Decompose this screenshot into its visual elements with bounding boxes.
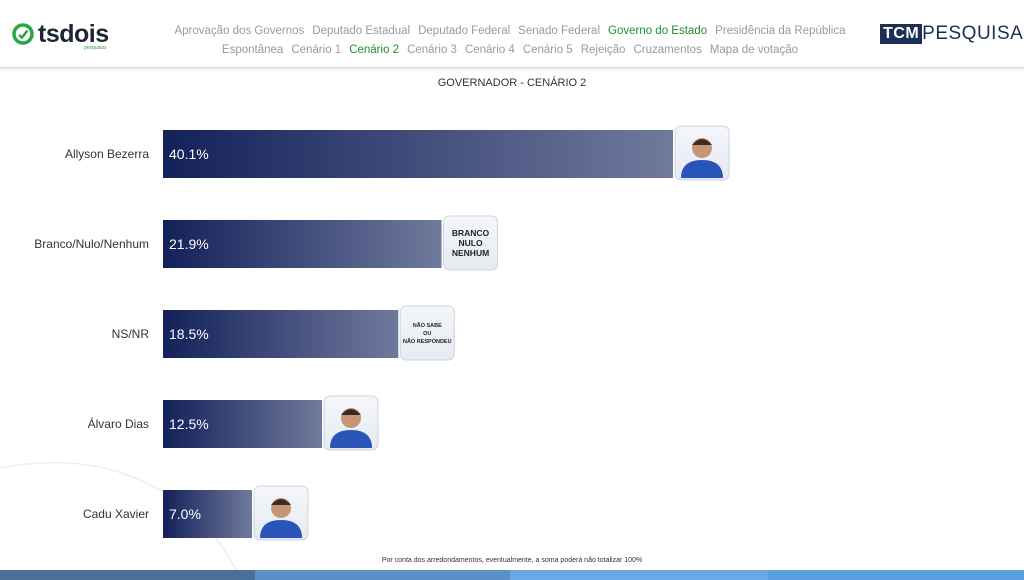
bar [163, 130, 673, 178]
category-label: Cadu Xavier [83, 507, 149, 521]
footnote: Por conta dos arredondamentos, eventualm… [381, 557, 643, 564]
category-label: NS/NR [112, 327, 150, 341]
strip-segment [510, 570, 768, 580]
bottom-color-strip [0, 570, 1024, 580]
value-label: 7.0% [169, 506, 201, 522]
badge-text-line: NENHUM [452, 248, 489, 258]
candidate-photo-badge [253, 485, 309, 541]
value-label: 18.5% [169, 326, 209, 342]
option-text-badge: BRANCONULONENHUM [443, 215, 499, 271]
value-label: 12.5% [169, 416, 209, 432]
category-label: Álvaro Dias [88, 416, 149, 431]
option-text-badge: NÃO SABE OUNÃO RESPONDEU [399, 305, 455, 361]
value-label: 40.1% [169, 146, 209, 162]
strip-segment [768, 570, 1024, 580]
strip-segment [255, 570, 510, 580]
category-label: Branco/Nulo/Nenhum [34, 237, 149, 251]
badge-text-line: OU [423, 331, 431, 337]
category-label: Allyson Bezerra [65, 147, 149, 161]
candidate-photo-badge [674, 125, 730, 181]
strip-segment [0, 570, 255, 580]
badge-text-line: NÃO SABE [413, 322, 442, 329]
candidate-photo-badge [323, 395, 379, 451]
chart-title: GOVERNADOR - CENÁRIO 2 [437, 77, 587, 89]
badge-text-line: NÃO RESPONDEU [403, 338, 452, 345]
badge-text-line: NULO [458, 238, 482, 248]
value-label: 21.9% [169, 236, 209, 252]
bar-chart: Allyson Bezerra 40.1% Branco/Nulo/Nenhum 21… [34, 125, 730, 541]
badge-text-line: BRANCO [452, 228, 490, 238]
